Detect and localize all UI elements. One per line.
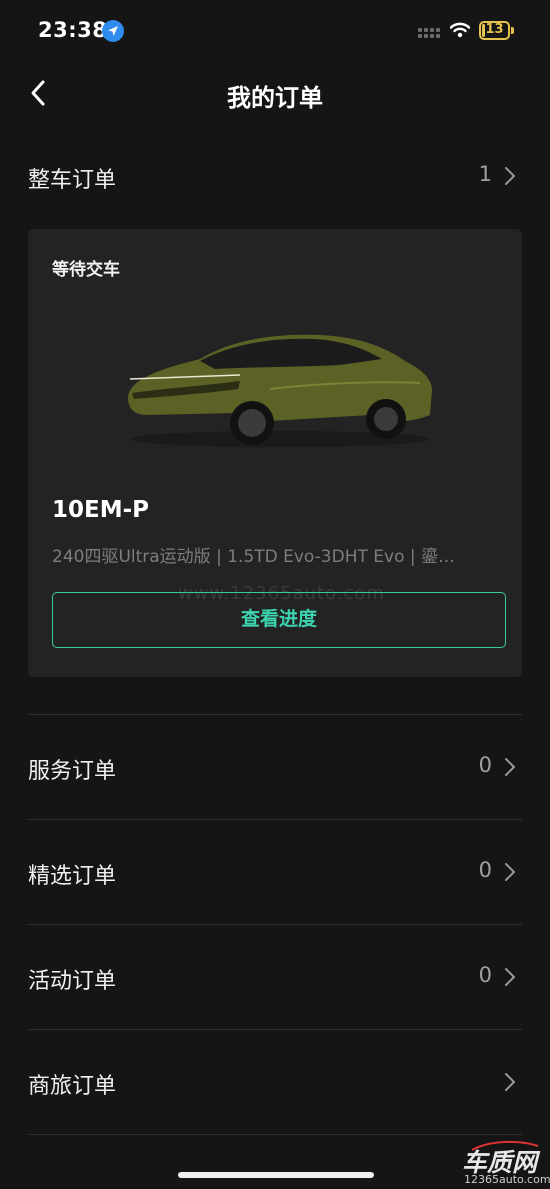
brand-logo: 车质网 12365auto.com: [462, 1140, 550, 1187]
home-indicator[interactable]: [178, 1172, 374, 1178]
section-label: 活动订单: [28, 969, 117, 994]
status-bar: 23:38 13: [0, 0, 550, 64]
divider: [28, 1029, 522, 1030]
section-selected-orders[interactable]: 精选订单 0: [28, 848, 522, 898]
section-label: 服务订单: [28, 759, 117, 784]
divider: [28, 1134, 522, 1135]
order-status: 等待交车: [52, 260, 120, 280]
section-vehicle-orders[interactable]: 整车订单 1: [28, 152, 522, 202]
section-label: 精选订单: [28, 864, 117, 889]
chevron-right-icon: [504, 757, 516, 781]
chevron-right-icon: [504, 862, 516, 886]
car-image: [120, 319, 440, 463]
wifi-icon: [449, 22, 471, 42]
battery-level: 13: [485, 22, 504, 37]
section-count: 0: [478, 858, 492, 882]
divider: [28, 819, 522, 820]
chevron-right-icon: [504, 1072, 516, 1096]
car-model-name: 10EM-P: [52, 497, 150, 523]
brand-url: 12365auto.com: [464, 1173, 550, 1186]
section-count: 0: [478, 753, 492, 777]
chevron-right-icon: [504, 166, 516, 190]
section-count: 0: [478, 963, 492, 987]
divider: [28, 714, 522, 715]
view-progress-label: 查看进度: [240, 608, 317, 630]
car-configuration: 240四驱Ultra运动版 | 1.5TD Evo-3DHT Evo | 鎏…: [52, 547, 456, 567]
chevron-right-icon: [504, 967, 516, 991]
section-activity-orders[interactable]: 活动订单 0: [28, 953, 522, 1003]
section-service-orders[interactable]: 服务订单 0: [28, 743, 522, 793]
status-time: 23:38: [38, 18, 108, 42]
nav-bar: 我的订单: [0, 66, 550, 122]
battery-icon: 13: [479, 21, 510, 40]
section-label: 整车订单: [28, 168, 117, 193]
section-travel-orders[interactable]: 商旅订单: [28, 1058, 522, 1108]
section-label: 商旅订单: [28, 1074, 117, 1099]
divider: [28, 924, 522, 925]
view-progress-button[interactable]: 查看进度: [52, 592, 506, 648]
battery-cap: [511, 27, 514, 34]
page-title: 我的订单: [227, 84, 323, 112]
location-arrow-icon: [102, 20, 124, 42]
section-count: 1: [478, 162, 492, 186]
order-card[interactable]: 等待交车 10EM-P 240四驱Ultra运动版 | 1.5TD Evo-3D…: [28, 229, 522, 677]
cellular-signal-icon: [418, 28, 442, 38]
